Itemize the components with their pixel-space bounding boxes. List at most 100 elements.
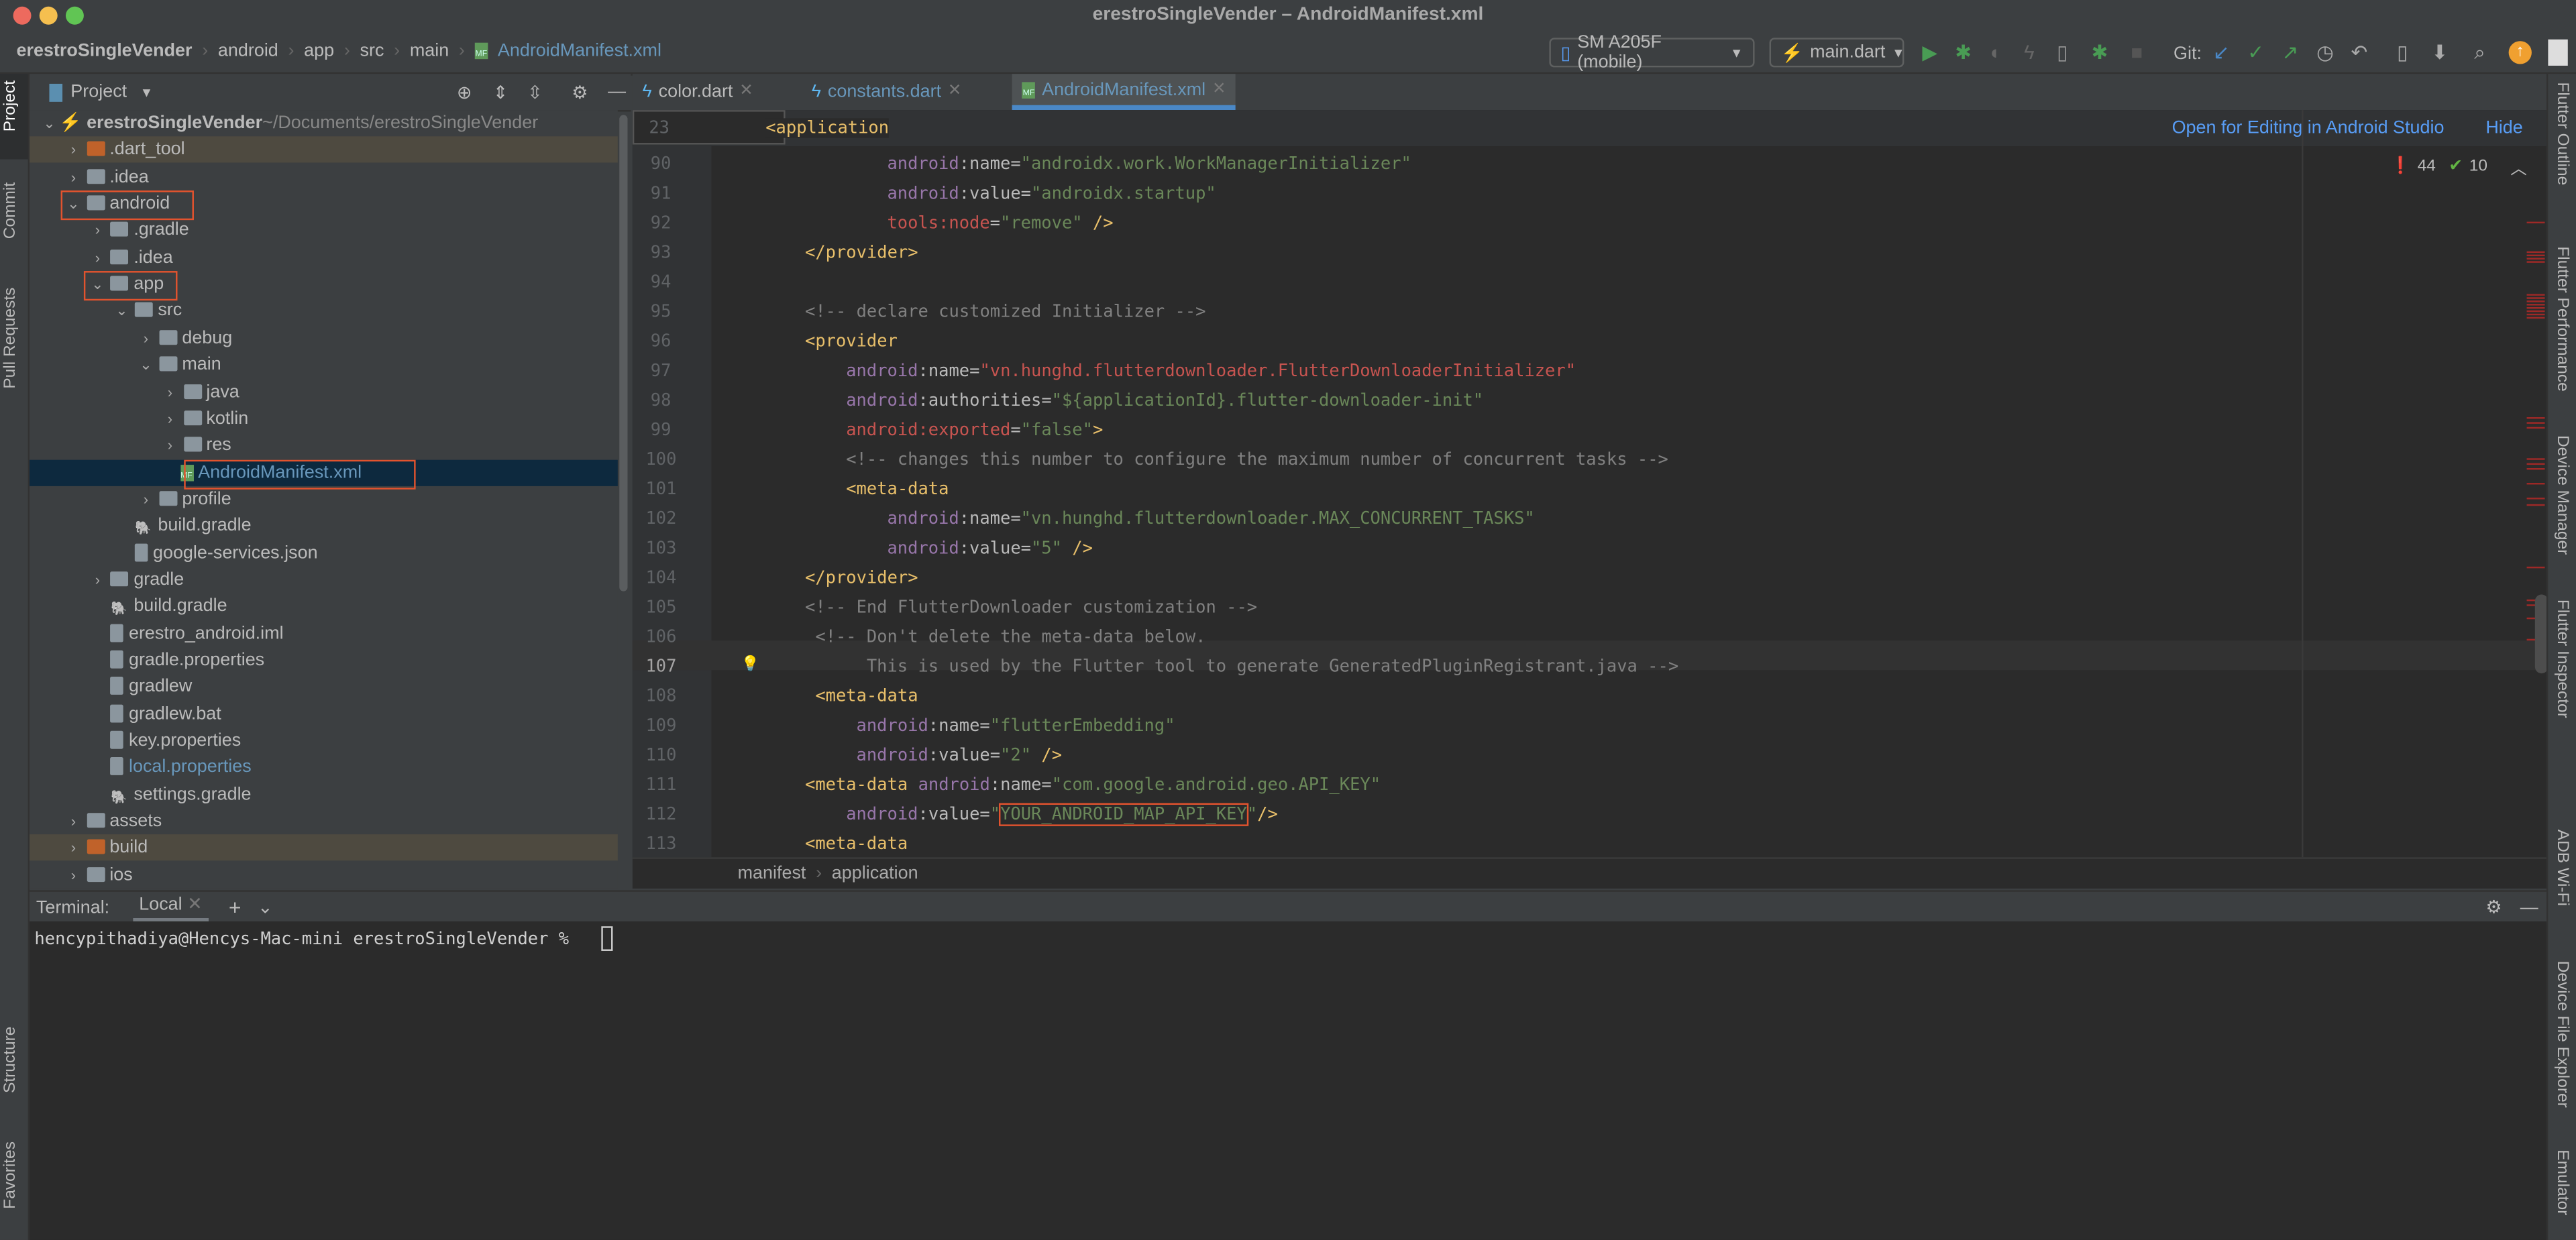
code-line[interactable]: </provider> [805, 243, 918, 262]
code-line[interactable]: android:value="YOUR_ANDROID_MAP_API_KEY"… [846, 803, 1278, 826]
chevron-right-icon[interactable]: › [88, 244, 107, 270]
breadcrumb-item[interactable]: AndroidManifest.xml [498, 41, 661, 60]
git-commit-icon[interactable]: ✓ [2247, 41, 2264, 64]
tree-item[interactable]: ⌄ ⚡ erestroSingleVender~/Documents/erestro… [30, 110, 618, 136]
git-push-icon[interactable]: ↗ [2282, 41, 2299, 64]
error-stripe-marker[interactable] [2526, 300, 2545, 302]
chevron-right-icon[interactable]: › [160, 433, 180, 459]
run-icon[interactable]: ▶ [1922, 41, 1937, 64]
editor-scrollbar[interactable] [2534, 594, 2546, 674]
breadcrumb-item[interactable]: src [360, 41, 384, 60]
close-tab-icon[interactable]: ✕ [948, 76, 962, 109]
tree-item[interactable]: gradle.properties [30, 647, 618, 673]
chevron-down-icon[interactable]: ⌄ [40, 110, 59, 136]
tool-tab-flutter-inspector[interactable]: Flutter Inspector [2553, 600, 2571, 718]
code-line[interactable]: </provider> [805, 568, 918, 587]
tool-tab-device-file-explorer[interactable]: Device File Explorer [2553, 961, 2571, 1108]
tree-item[interactable]: › profile [30, 486, 618, 512]
chevron-right-icon[interactable]: › [88, 217, 107, 243]
terminal-tab-local[interactable]: Local ✕ [132, 893, 209, 921]
editor-tab[interactable]: ϟ constants.dart ✕ [802, 74, 971, 110]
tree-item[interactable]: erestro_android.iml [30, 620, 618, 646]
code-line[interactable]: android:name="vn.hunghd.flutterdownloade… [846, 361, 1576, 381]
error-stripe-marker[interactable] [2526, 313, 2545, 316]
chevron-right-icon[interactable]: › [64, 862, 83, 888]
editor-tab[interactable]: ϟ color.dart ✕ [633, 74, 763, 110]
project-scrollbar[interactable] [619, 115, 628, 591]
hide-banner-link[interactable]: Hide [2485, 118, 2522, 137]
tool-tab-flutter-performance[interactable]: Flutter Performance [2553, 246, 2571, 391]
tree-item[interactable]: ⌄ src [30, 298, 618, 324]
terminal[interactable]: hencypithadiya@Hencys-Mac-mini erestroSi… [30, 921, 2546, 1240]
tree-item[interactable]: gradlew [30, 674, 618, 700]
git-update-icon[interactable]: ↙ [2213, 41, 2230, 64]
run-config-selector[interactable]: ⚡ main.dart ▼ [1769, 38, 1905, 68]
tree-item[interactable]: › java [30, 378, 618, 404]
chevron-right-icon[interactable]: › [160, 378, 180, 404]
code-line[interactable]: android:value="5" /> [887, 539, 1093, 558]
tree-item[interactable]: › assets [30, 808, 618, 834]
chevron-right-icon[interactable]: › [160, 406, 180, 432]
tree-item[interactable]: › .idea [30, 244, 618, 270]
error-stripe-marker[interactable] [2526, 297, 2545, 299]
error-stripe-marker[interactable] [2526, 254, 2545, 257]
avatar[interactable] [2548, 39, 2568, 66]
error-stripe-marker[interactable] [2526, 483, 2545, 485]
update-icon[interactable]: ↑ [2508, 41, 2532, 64]
project-view-selector[interactable]: Project [70, 82, 127, 101]
tool-tab-pull-requests[interactable]: Pull Requests [1, 288, 19, 389]
tree-item[interactable]: 🐘 build.gradle [30, 513, 618, 539]
error-stripe-marker[interactable] [2526, 304, 2545, 306]
tree-item[interactable]: › ios [30, 862, 618, 888]
chevron-down-icon[interactable]: ⌄ [258, 897, 273, 918]
device-mirror-icon[interactable]: ▯ [2057, 41, 2068, 64]
hide-panel-icon[interactable]: — [608, 82, 626, 101]
sticky-line[interactable]: 23 <application [632, 110, 890, 145]
sdk-manager-icon[interactable]: ⬇ [2432, 41, 2449, 64]
expand-all-icon[interactable]: ⇕ [493, 81, 508, 103]
chevron-down-icon[interactable]: ⌄ [136, 351, 156, 378]
error-stripe-marker[interactable] [2526, 261, 2545, 263]
hide-panel-icon[interactable]: — [2520, 897, 2538, 917]
tree-item[interactable]: › build [30, 835, 618, 862]
avd-manager-icon[interactable]: ▯ [2397, 41, 2408, 64]
tree-item[interactable]: › res [30, 433, 618, 459]
code-editor[interactable]: Open for Editing in Android Studio Hide … [632, 110, 2546, 858]
tree-item[interactable]: ⌄ main [30, 351, 618, 378]
error-stripe-marker[interactable] [2526, 504, 2545, 506]
chevron-right-icon[interactable]: › [64, 835, 83, 861]
error-stripe-marker[interactable] [2526, 417, 2545, 419]
breadcrumb-item[interactable]: main [410, 41, 449, 60]
error-stripe-marker[interactable] [2526, 317, 2545, 319]
tree-item[interactable]: 🐘 settings.gradle [30, 781, 618, 807]
xml-breadcrumb-item[interactable]: application [832, 864, 918, 883]
close-icon[interactable]: ✕ [187, 895, 203, 915]
chevron-right-icon[interactable]: › [64, 137, 83, 163]
open-for-editing-link[interactable]: Open for Editing in Android Studio [2172, 118, 2445, 137]
device-selector[interactable]: ▯ SM A205F (mobile) ▼ [1549, 33, 1755, 72]
code-line[interactable]: <meta-data android:name="com.google.andr… [805, 775, 1381, 795]
error-stripe-marker[interactable] [2526, 427, 2545, 429]
gear-icon[interactable]: ⚙ [572, 81, 588, 103]
locate-icon[interactable]: ⊕ [457, 81, 472, 103]
collapse-all-icon[interactable]: ⇳ [527, 81, 543, 103]
code-line[interactable]: <meta-data [805, 834, 908, 854]
attach-icon[interactable]: ◖ [1988, 41, 2000, 64]
code-line[interactable]: This is used by the Flutter tool to gene… [867, 657, 1678, 677]
tree-item[interactable]: › .dart_tool [30, 137, 618, 164]
tool-tab-favorites[interactable]: Favorites [1, 1141, 19, 1209]
xml-breadcrumb-item[interactable]: manifest [738, 864, 806, 883]
error-stripe-marker[interactable] [2526, 258, 2545, 260]
inspection-widget[interactable]: ❗ 44 ✔ 10 ︿ ﹀ [2390, 154, 2546, 179]
code-line[interactable]: android:exported="false"> [846, 420, 1103, 440]
code-line[interactable]: android:value="2" /> [857, 746, 1063, 765]
code-line[interactable]: <!-- End FlutterDownloader customization… [805, 598, 1257, 617]
chevron-right-icon[interactable]: › [136, 486, 156, 512]
debug-attach-icon[interactable]: ✱ [2092, 41, 2108, 64]
intention-bulb-icon[interactable]: 💡 [741, 655, 759, 673]
history-icon[interactable]: ◷ [2316, 41, 2334, 64]
tool-tab-project[interactable]: Project [1, 80, 19, 131]
code-line[interactable]: <!-- declare customized Initializer --> [805, 302, 1206, 322]
code-line[interactable]: <meta-data [815, 687, 918, 706]
chevron-down-icon[interactable]: ⌄ [112, 298, 131, 324]
